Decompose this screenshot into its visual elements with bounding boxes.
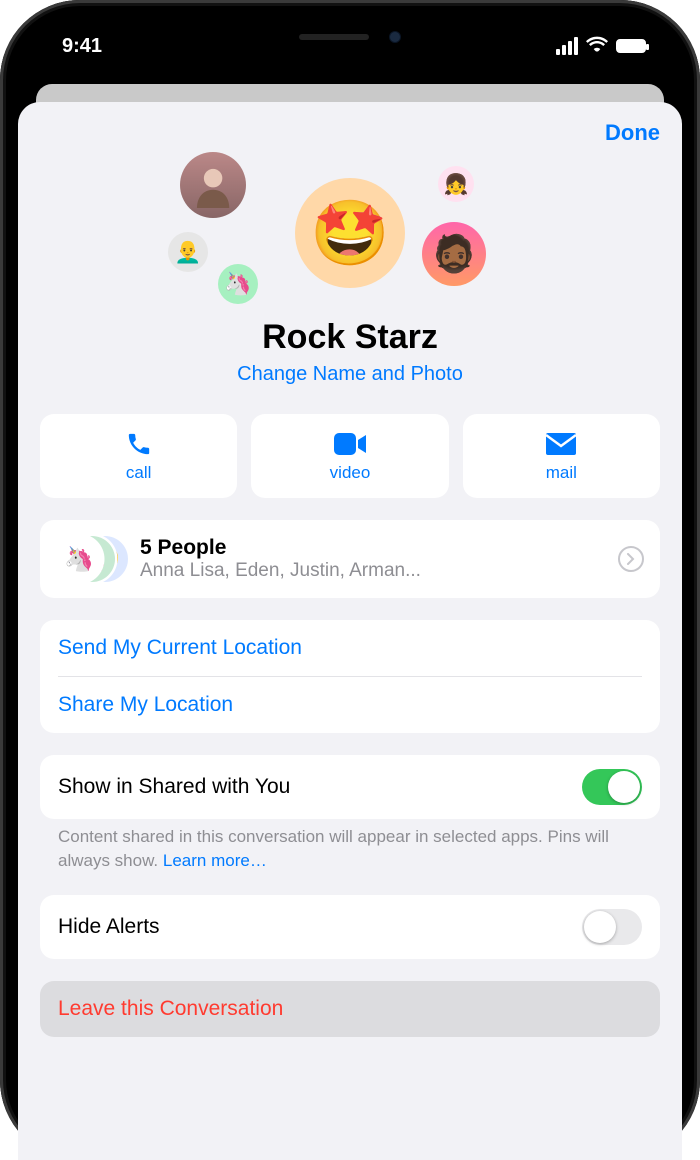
group-name: Rock Starz xyxy=(40,318,660,357)
call-label: call xyxy=(126,463,152,483)
call-button[interactable]: call xyxy=(40,414,237,498)
video-label: video xyxy=(330,463,371,483)
people-avatars-stack: 🌙 🦄 🦄 xyxy=(56,534,126,584)
people-card[interactable]: 🌙 🦄 🦄 5 People Anna Lisa, Eden, Justin, … xyxy=(40,520,660,598)
video-button[interactable]: video xyxy=(251,414,448,498)
shared-with-you-toggle[interactable] xyxy=(582,769,642,805)
wifi-icon xyxy=(586,35,608,58)
shared-with-you-label: Show in Shared with You xyxy=(58,775,290,799)
group-main-avatar: 🤩 xyxy=(295,178,405,288)
battery-icon xyxy=(616,39,646,53)
chevron-right-icon xyxy=(618,546,644,572)
send-current-location-button[interactable]: Send My Current Location xyxy=(40,620,660,676)
leave-conversation-label: Leave this Conversation xyxy=(58,997,642,1021)
people-count: 5 People xyxy=(140,536,604,560)
cellular-signal-icon xyxy=(556,37,578,55)
video-icon xyxy=(334,429,366,459)
member-avatar-memoji-pink: 👧 xyxy=(438,166,474,202)
member-avatar-memoji-beard: 🧔🏾 xyxy=(422,222,486,286)
leave-conversation-button[interactable]: Leave this Conversation xyxy=(40,981,660,1037)
mail-button[interactable]: mail xyxy=(463,414,660,498)
learn-more-link[interactable]: Learn more… xyxy=(163,851,267,870)
share-my-location-button[interactable]: Share My Location xyxy=(40,677,660,733)
mail-icon xyxy=(546,429,576,459)
hide-alerts-label: Hide Alerts xyxy=(58,915,160,939)
change-name-photo-link[interactable]: Change Name and Photo xyxy=(40,363,660,386)
details-sheet: Done 👨‍🦲 🦄 🤩 👧 🧔🏾 Rock Starz Change Name… xyxy=(18,102,682,1160)
shared-with-you-footnote: Content shared in this conversation will… xyxy=(40,819,660,873)
done-button[interactable]: Done xyxy=(605,120,660,146)
people-names: Anna Lisa, Eden, Justin, Arman... xyxy=(140,560,604,582)
member-avatar-photo xyxy=(180,152,246,218)
status-time: 9:41 xyxy=(62,35,102,58)
mail-label: mail xyxy=(546,463,577,483)
phone-icon xyxy=(126,429,152,459)
member-avatar-memoji-unicorn: 🦄 xyxy=(218,264,258,304)
group-avatar-cluster[interactable]: 👨‍🦲 🦄 🤩 👧 🧔🏾 xyxy=(40,152,660,312)
hide-alerts-toggle[interactable] xyxy=(582,909,642,945)
member-avatar-memoji-glasses: 👨‍🦲 xyxy=(168,232,208,272)
